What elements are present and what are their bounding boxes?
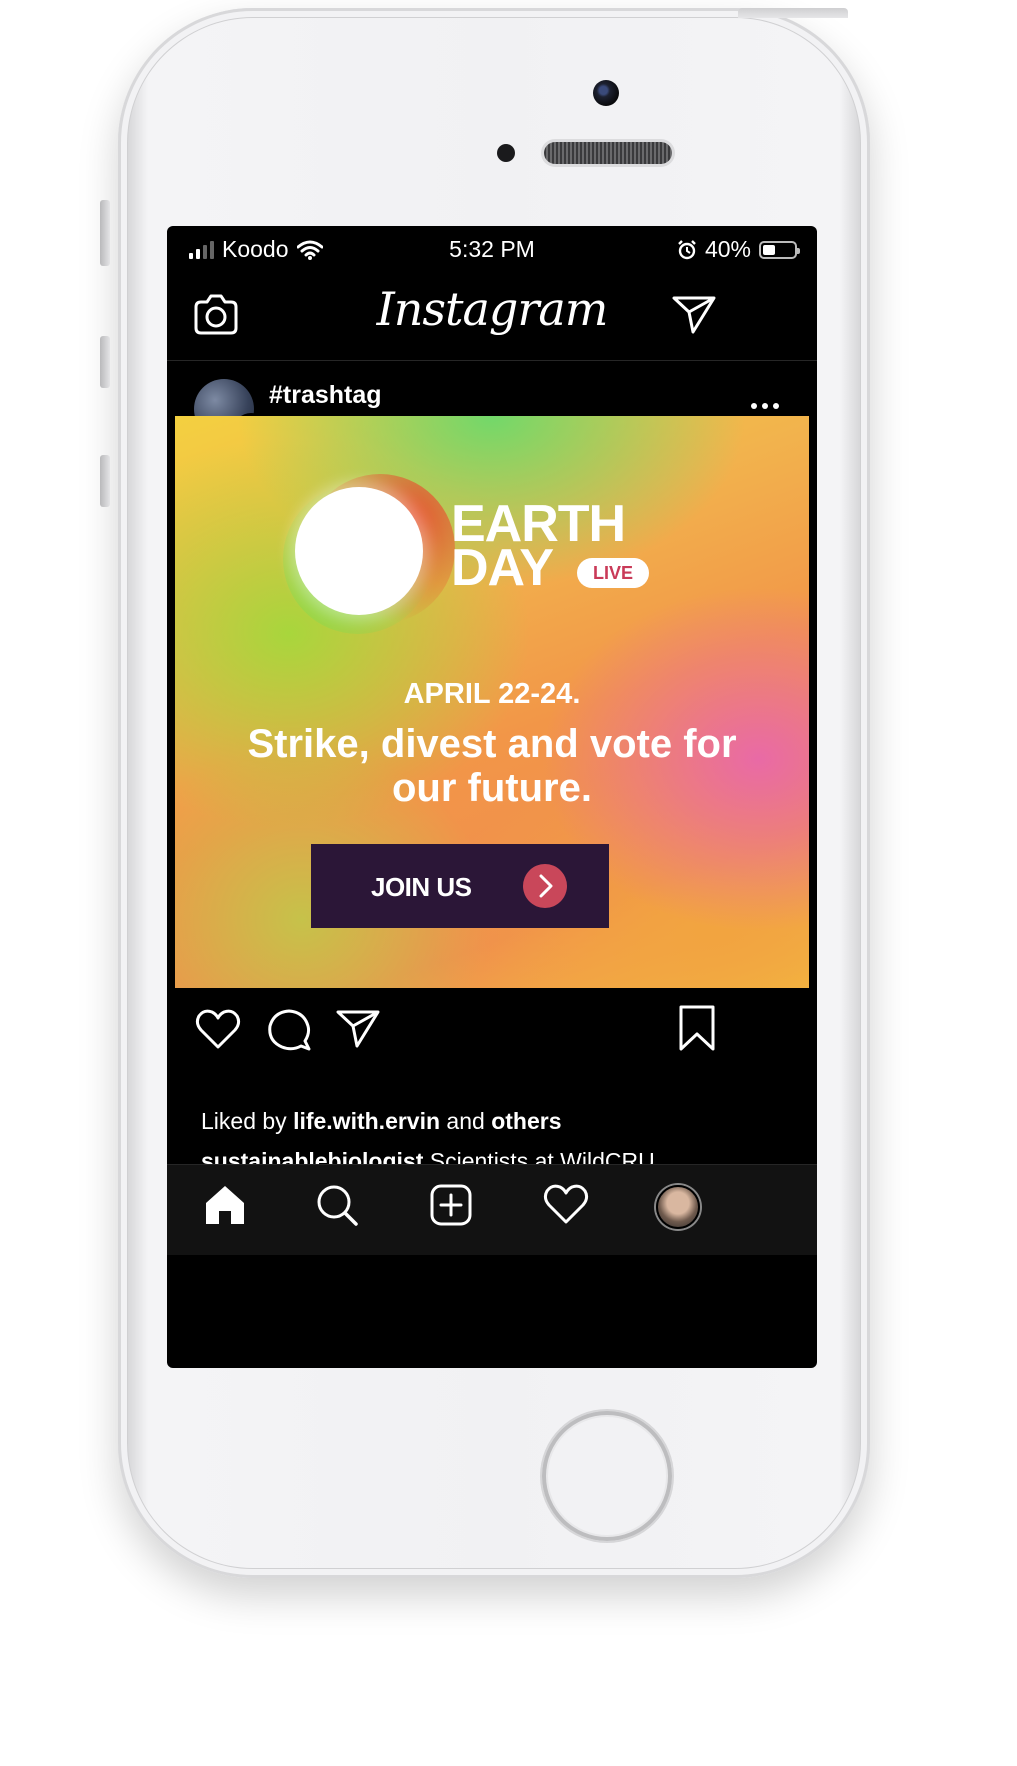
battery-percentage: 40% — [704, 236, 751, 262]
screen: Koodo 5:32 PM 40% Instagram #trashtag EA… — [167, 226, 817, 1368]
more-options-icon[interactable] — [751, 403, 779, 409]
app-logo: Instagram — [376, 282, 609, 336]
share-icon[interactable] — [335, 1008, 381, 1050]
liked-prefix: Liked by — [201, 1108, 294, 1134]
search-icon[interactable] — [315, 1183, 359, 1227]
like-icon[interactable] — [195, 1008, 241, 1050]
earth-day-sun — [295, 487, 423, 615]
direct-message-icon[interactable] — [671, 292, 717, 336]
event-tagline: Strike, divest and vote for our future. — [247, 722, 737, 810]
battery-level — [763, 244, 775, 255]
likes-summary: Liked by life.with.ervin and others — [201, 1108, 562, 1135]
mute-switch — [100, 200, 110, 266]
join-us-label: JOIN US — [371, 872, 472, 902]
home-button[interactable] — [542, 1411, 672, 1541]
status-bar: Koodo 5:32 PM 40% — [167, 226, 817, 270]
earpiece-speaker — [544, 142, 672, 164]
live-badge: LIVE — [577, 558, 649, 588]
status-right: 40% — [677, 236, 800, 263]
proximity-sensor — [497, 144, 515, 162]
bookmark-icon[interactable] — [677, 1004, 717, 1052]
comment-icon[interactable] — [267, 1008, 311, 1052]
chevron-right-icon — [523, 864, 567, 908]
event-date: APRIL 22-24. — [403, 678, 581, 710]
battery-tip — [797, 247, 800, 254]
join-us-button[interactable]: JOIN US — [311, 844, 609, 928]
volume-down-button — [100, 455, 110, 507]
battery-icon — [759, 240, 800, 259]
volume-up-button — [100, 336, 110, 388]
power-button — [738, 8, 848, 18]
alarm-icon — [678, 239, 696, 259]
post-actions — [167, 988, 817, 1078]
activity-icon[interactable] — [543, 1183, 589, 1225]
new-post-icon[interactable] — [429, 1183, 473, 1227]
app-header: Instagram — [167, 270, 817, 361]
post-image[interactable]: EARTH DAY LIVE APRIL 22-24. Strike, dive… — [175, 416, 809, 988]
liked-middle: and — [440, 1108, 492, 1134]
liked-user-link[interactable]: life.with.ervin — [293, 1108, 440, 1134]
liked-others-link[interactable]: others — [491, 1108, 561, 1134]
post-hashtag[interactable]: #trashtag — [269, 381, 382, 410]
front-camera — [593, 80, 619, 106]
home-icon[interactable] — [203, 1183, 247, 1227]
profile-avatar[interactable] — [656, 1185, 700, 1229]
tab-bar — [167, 1164, 817, 1255]
